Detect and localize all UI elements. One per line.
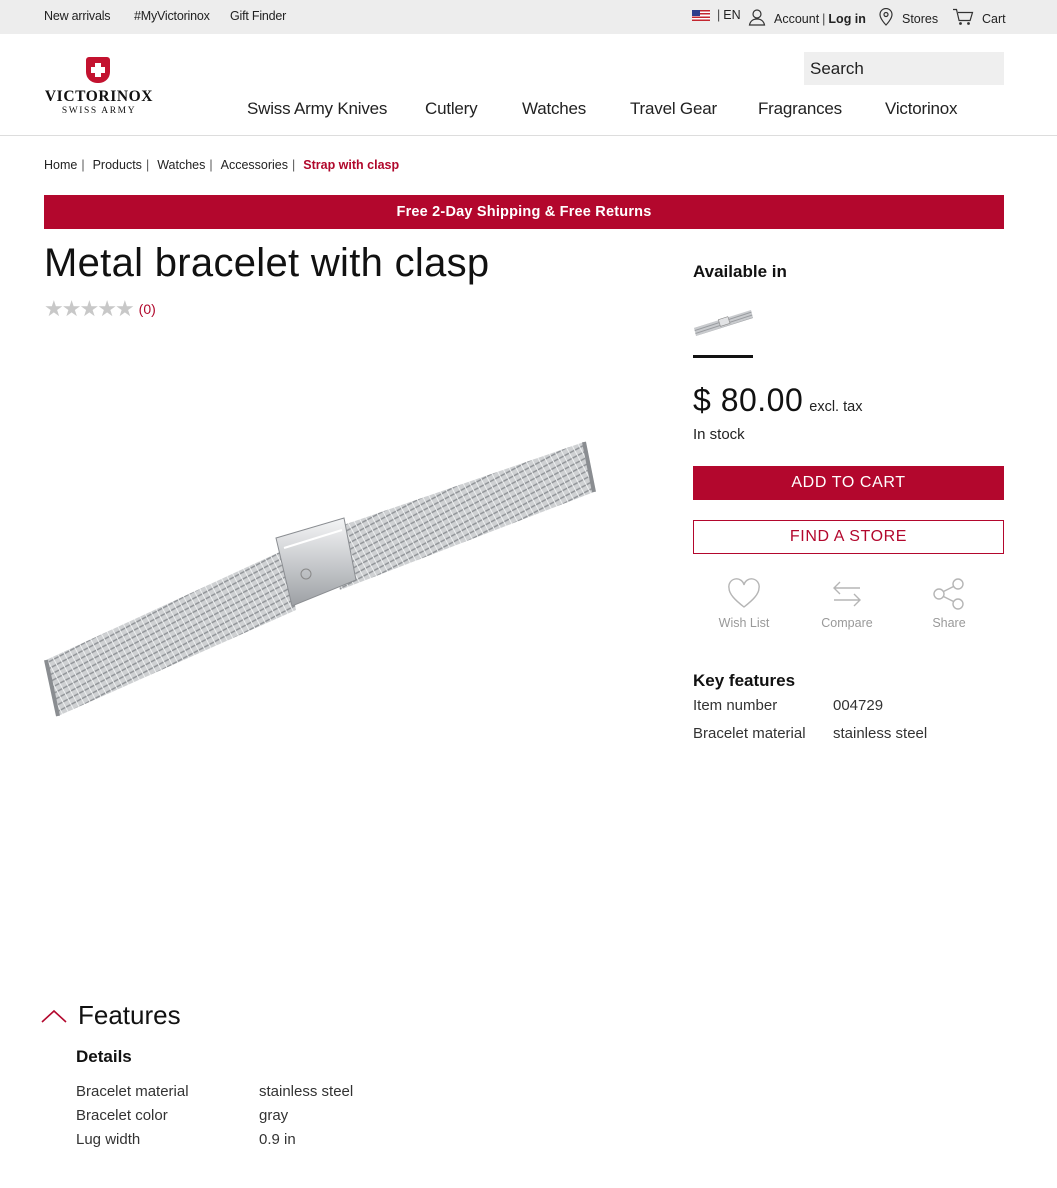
breadcrumb-accessories[interactable]: Accessories <box>221 158 288 172</box>
us-flag-icon <box>692 9 710 21</box>
stores-link[interactable]: Stores <box>878 7 939 29</box>
key-feature-label: Item number <box>693 697 778 714</box>
top-utility-bar: New arrivals #MyVictorinox Gift Finder |… <box>0 0 1057 34</box>
details-row: Bracelet color gray <box>76 1107 288 1124</box>
features-accordion-toggle[interactable]: Features <box>40 1000 181 1031</box>
wish-list-button[interactable]: Wish List <box>699 578 789 630</box>
nav-swiss-army-knives[interactable]: Swiss Army Knives <box>247 99 387 119</box>
cart-link[interactable]: Cart <box>952 8 1006 29</box>
add-to-cart-button[interactable]: ADD TO CART <box>693 466 1004 500</box>
breadcrumb-separator: | <box>145 158 150 172</box>
product-price: $ 80.00 <box>693 382 804 418</box>
account-menu[interactable]: Account | Log in <box>748 8 866 29</box>
star-icon: ★ <box>114 296 135 321</box>
review-count[interactable]: (0) <box>139 301 156 317</box>
details-title: Details <box>76 1047 132 1066</box>
user-icon <box>748 8 766 29</box>
details-label: Lug width <box>76 1131 141 1148</box>
key-feature-value: 004729 <box>833 697 884 714</box>
language-code: EN <box>723 8 741 22</box>
product-rating[interactable]: ★ ★ ★ ★ ★ (0) <box>44 298 156 320</box>
find-store-button[interactable]: FIND A STORE <box>693 520 1004 554</box>
key-features-title: Key features <box>693 671 796 690</box>
login-link[interactable]: Log in <box>828 12 866 26</box>
breadcrumb-current: Strap with clasp <box>303 158 400 172</box>
breadcrumb-separator: | <box>81 158 85 172</box>
share-button[interactable]: Share <box>904 578 994 630</box>
search-input[interactable] <box>804 52 1004 85</box>
breadcrumb-separator: | <box>209 158 213 172</box>
breadcrumb-separator: | <box>292 158 296 172</box>
location-pin-icon <box>878 7 894 29</box>
details-label: Bracelet color <box>76 1107 168 1124</box>
features-title: Features <box>78 1000 181 1030</box>
selected-variant-indicator <box>693 355 753 358</box>
wish-list-label: Wish List <box>718 616 770 630</box>
key-feature-row: Item number 004729 <box>693 697 883 714</box>
breadcrumb-home[interactable]: Home <box>44 158 77 172</box>
chevron-up-icon <box>41 1009 67 1023</box>
share-icon <box>933 578 964 610</box>
header-divider <box>0 135 1057 136</box>
details-value: stainless steel <box>259 1083 354 1100</box>
new-arrivals-link[interactable]: New arrivals <box>44 9 111 23</box>
nav-cutlery[interactable]: Cutlery <box>425 99 478 119</box>
breadcrumb-watches[interactable]: Watches <box>157 158 205 172</box>
nav-travel-gear[interactable]: Travel Gear <box>630 99 717 119</box>
details-row: Bracelet material stainless steel <box>76 1083 353 1100</box>
breadcrumb: Home | Products | Watches | Accessories | St… <box>44 158 399 172</box>
details-value: 0.9 in <box>259 1131 296 1148</box>
shipping-promo-banner[interactable]: Free 2-Day Shipping & Free Returns <box>44 195 1004 229</box>
stock-status: In stock <box>693 426 745 443</box>
compare-arrows-icon <box>833 581 861 607</box>
variant-thumbnail[interactable] <box>693 298 753 338</box>
myvictorinox-link[interactable]: #MyVictorinox <box>134 9 210 23</box>
compare-label: Compare <box>821 616 873 630</box>
tax-note: excl. tax <box>809 399 863 415</box>
account-label[interactable]: Account <box>774 12 819 26</box>
key-feature-value: stainless steel <box>833 725 928 742</box>
nav-watches[interactable]: Watches <box>522 99 586 119</box>
details-value: gray <box>259 1107 289 1124</box>
details-label: Bracelet material <box>76 1083 189 1100</box>
account-separator: | <box>822 11 826 26</box>
key-feature-label: Bracelet material <box>693 725 806 742</box>
nav-victorinox[interactable]: Victorinox <box>885 99 958 119</box>
key-feature-row: Bracelet material stainless steel <box>693 725 927 742</box>
cart-label: Cart <box>982 11 1006 26</box>
swiss-cross-shield-icon <box>86 57 110 83</box>
language-selector[interactable]: | EN <box>692 8 741 22</box>
product-title: Metal bracelet with clasp <box>44 241 490 285</box>
stores-label: Stores <box>902 11 939 26</box>
nav-fragrances[interactable]: Fragrances <box>758 99 842 119</box>
cart-icon <box>952 8 974 29</box>
search-box[interactable] <box>804 52 1004 85</box>
share-label: Share <box>932 616 966 630</box>
compare-button[interactable]: Compare <box>802 578 892 630</box>
available-in-label: Available in <box>693 262 787 281</box>
language-separator: | <box>717 8 721 22</box>
price-block: $ 80.00 excl. tax <box>693 382 862 419</box>
breadcrumb-products[interactable]: Products <box>93 158 142 172</box>
heart-icon <box>728 578 760 608</box>
main-navigation: Swiss Army Knives Cutlery Watches Travel… <box>0 99 1057 121</box>
product-image[interactable] <box>44 430 604 730</box>
gift-finder-link[interactable]: Gift Finder <box>230 9 286 23</box>
details-row: Lug width 0.9 in <box>76 1131 296 1148</box>
